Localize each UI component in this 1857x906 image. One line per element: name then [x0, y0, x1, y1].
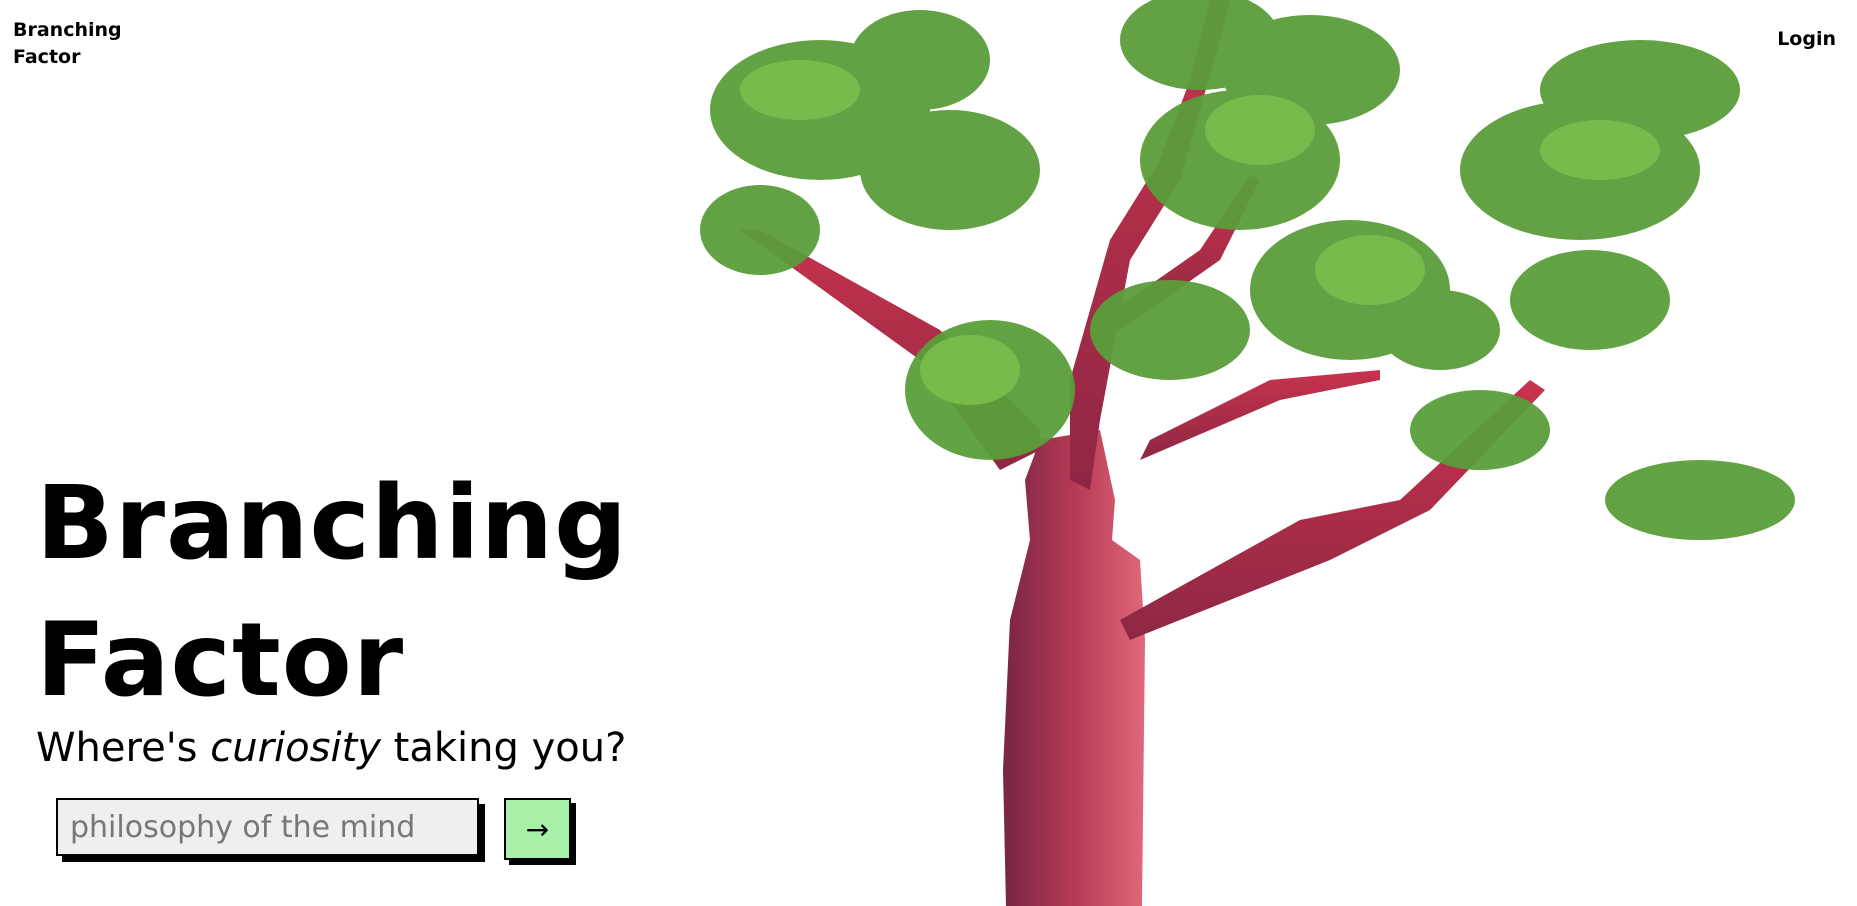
search-input[interactable] [56, 798, 479, 856]
submit-arrow-button[interactable]: → [504, 798, 571, 860]
tagline-emphasis: curiosity [210, 725, 381, 771]
logo-line-2: Factor [13, 46, 81, 68]
tagline-before: Where's [36, 725, 211, 771]
logo-line-1: Branching [13, 19, 122, 41]
site-logo[interactable]: Branching Factor [13, 17, 153, 71]
tree-illustration [700, 0, 1795, 906]
tagline-after: taking you? [380, 725, 627, 771]
hero-tagline: Where's curiosity taking you? [36, 725, 626, 771]
hero-title-line-2: Factor [36, 601, 405, 720]
hero-title: Branching Factor [36, 455, 628, 729]
hero-title-line-1: Branching [36, 464, 629, 583]
